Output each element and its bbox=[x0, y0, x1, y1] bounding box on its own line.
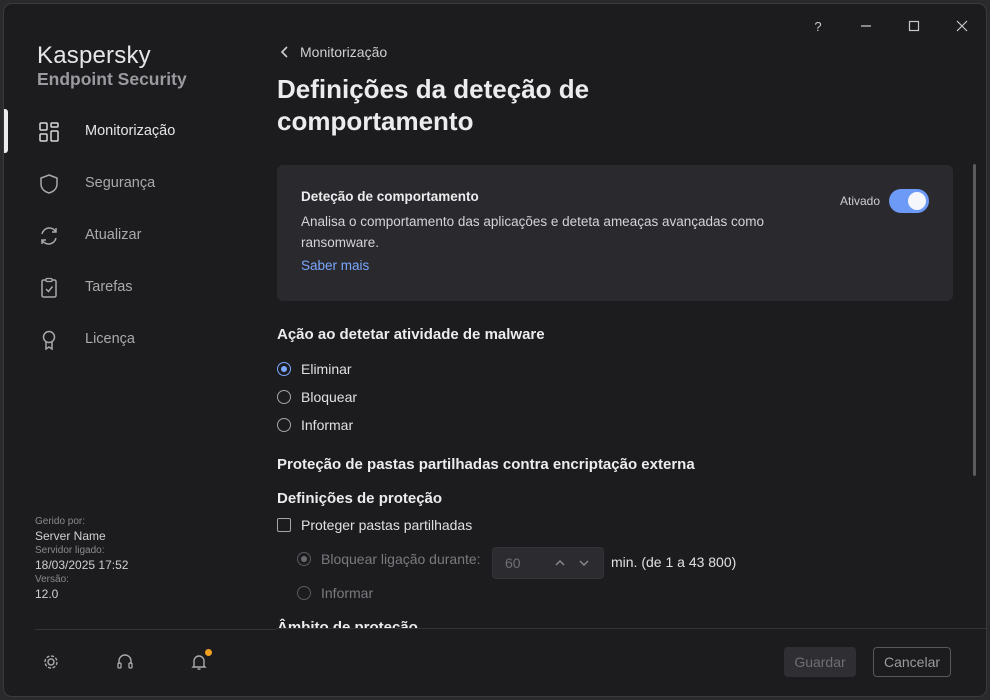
sidebar-item-label: Licença bbox=[85, 331, 135, 347]
checkbox-label: Proteger pastas partilhadas bbox=[301, 517, 473, 533]
checkbox bbox=[277, 518, 291, 532]
radio-inform[interactable]: Informar bbox=[277, 417, 353, 433]
behavior-detection-card: Deteção de comportamento Analisa o compo… bbox=[277, 165, 953, 301]
radio-button bbox=[297, 552, 311, 566]
server-connected-value: 18/03/2025 17:52 bbox=[35, 558, 129, 572]
version-label: Versão: bbox=[35, 574, 69, 585]
card-description: Analisa o comportamento das aplicações e… bbox=[301, 214, 765, 250]
sidebar-item-license[interactable]: Licença bbox=[4, 313, 276, 365]
notification-badge bbox=[205, 649, 212, 656]
sidebar-item-label: Segurança bbox=[85, 175, 156, 191]
radio-label: Eliminar bbox=[301, 361, 352, 377]
behavior-detection-toggle[interactable] bbox=[889, 189, 929, 213]
sidebar: Kaspersky Endpoint Security Monitorizaçã… bbox=[4, 4, 285, 696]
managed-by-value: Server Name bbox=[35, 529, 106, 543]
radio-label: Bloquear bbox=[301, 389, 358, 405]
sidebar-item-tasks[interactable]: Tarefas bbox=[4, 261, 276, 313]
cancel-button[interactable]: Cancelar bbox=[873, 647, 951, 677]
shared-folders-heading: Proteção de pastas partilhadas contra en… bbox=[277, 456, 695, 473]
settings-icon[interactable] bbox=[40, 651, 62, 673]
block-minutes-stepper[interactable]: 60 bbox=[492, 547, 604, 579]
chevron-down-icon[interactable] bbox=[577, 556, 591, 570]
version-value: 12.0 bbox=[35, 587, 59, 601]
minutes-range-label: min. (de 1 a 43 800) bbox=[611, 554, 737, 570]
connection-info: Gerido por: Server Name Servidor ligado:… bbox=[35, 514, 128, 603]
radio-inform-shared[interactable]: Informar bbox=[297, 585, 373, 601]
notifications-button[interactable] bbox=[188, 649, 212, 673]
sidebar-item-label: Atualizar bbox=[85, 227, 142, 243]
brand-product: Endpoint Security bbox=[37, 69, 187, 89]
server-connected-label: Servidor ligado: bbox=[35, 545, 105, 556]
radio-label: Bloquear ligação durante: bbox=[321, 551, 481, 567]
radio-label: Informar bbox=[321, 585, 374, 601]
toggle-label: Ativado bbox=[840, 194, 881, 208]
award-icon bbox=[42, 330, 56, 351]
managed-by-label: Gerido por: bbox=[35, 516, 86, 527]
sidebar-item-security[interactable]: Segurança bbox=[4, 157, 276, 209]
sidebar-item-label: Tarefas bbox=[85, 279, 133, 295]
malware-action-heading: Ação ao detetar atividade de malware bbox=[277, 326, 545, 343]
sidebar-divider bbox=[35, 629, 285, 630]
radio-delete[interactable]: Eliminar bbox=[277, 361, 352, 377]
save-button[interactable]: Guardar bbox=[784, 647, 856, 677]
support-icon[interactable] bbox=[114, 651, 136, 673]
chevron-up-icon[interactable] bbox=[553, 556, 567, 570]
back-link[interactable]: Monitorização bbox=[280, 44, 387, 60]
page-title: Definições da deteção de comportamento bbox=[277, 74, 590, 136]
radio-button bbox=[277, 418, 291, 432]
protect-shared-folders-checkbox[interactable]: Proteger pastas partilhadas bbox=[277, 517, 472, 533]
refresh-icon bbox=[41, 227, 57, 245]
learn-more-link[interactable]: Saber mais bbox=[301, 258, 369, 273]
radio-block-connection[interactable]: Bloquear ligação durante: bbox=[297, 551, 481, 567]
card-title: Deteção de comportamento bbox=[301, 189, 479, 204]
clipboard-icon bbox=[41, 277, 57, 298]
radio-label: Informar bbox=[301, 417, 354, 433]
radio-button bbox=[277, 390, 291, 404]
sidebar-item-update[interactable]: Atualizar bbox=[4, 209, 276, 261]
radio-block[interactable]: Bloquear bbox=[277, 389, 357, 405]
main-content: Monitorização Definições da deteção de c… bbox=[276, 4, 986, 696]
protection-settings-subheading: Definições de proteção bbox=[277, 490, 443, 507]
app-window: ? Kaspersky Endpoint Security Monitoriza… bbox=[4, 4, 986, 696]
shield-icon bbox=[40, 174, 58, 194]
sidebar-nav: Monitorização Segurança Atualizar Tarefa… bbox=[4, 105, 276, 365]
sidebar-item-monitoring[interactable]: Monitorização bbox=[4, 105, 276, 157]
sidebar-item-label: Monitorização bbox=[85, 123, 176, 139]
back-link-label: Monitorização bbox=[300, 44, 388, 60]
radio-button bbox=[277, 362, 291, 376]
toggle-knob bbox=[908, 192, 926, 210]
scrollbar[interactable] bbox=[973, 164, 976, 476]
chevron-left-icon bbox=[280, 46, 288, 58]
radio-button bbox=[297, 586, 311, 600]
footer: Guardar Cancelar bbox=[276, 628, 986, 696]
stepper-value: 60 bbox=[505, 555, 521, 571]
dashboard-icon bbox=[39, 122, 59, 142]
brand-name: Kaspersky bbox=[37, 42, 151, 69]
